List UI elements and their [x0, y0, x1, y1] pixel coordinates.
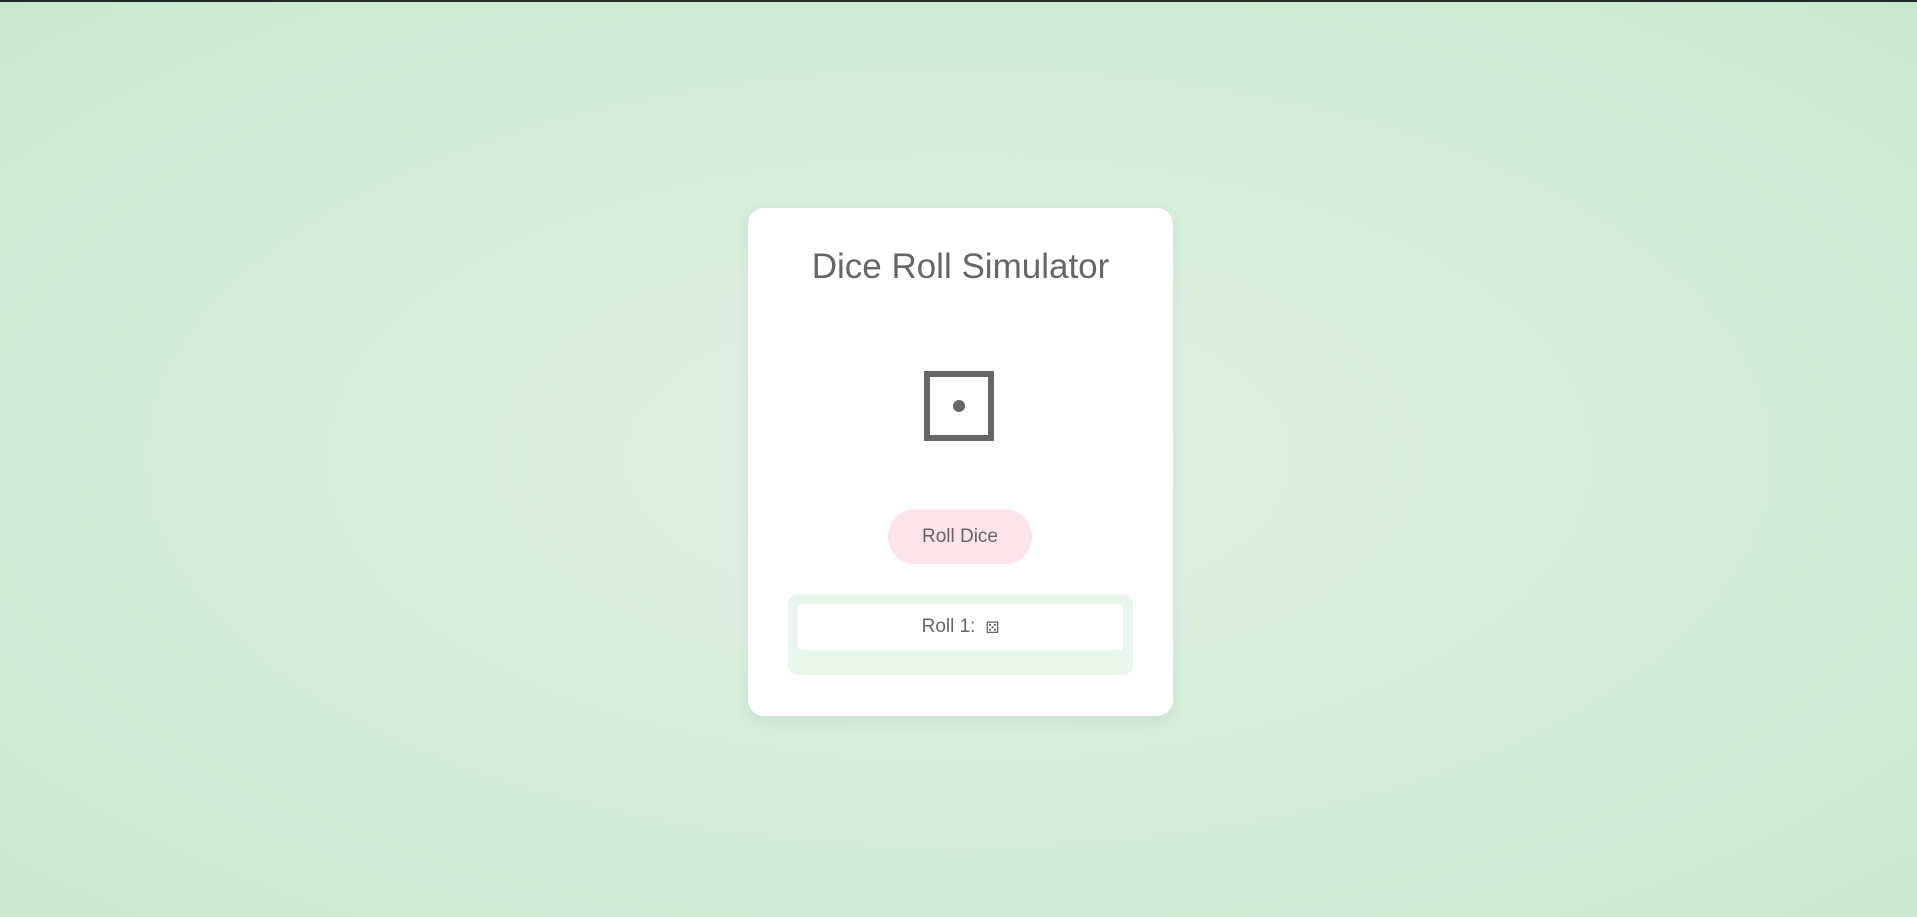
dice-card: Dice Roll Simulator Roll Dice Roll 1: ⚄	[748, 208, 1173, 716]
roll-dice-button[interactable]: Roll Dice	[888, 509, 1032, 564]
die-face-1-icon	[924, 371, 994, 441]
history-item-label: Roll 1:	[921, 616, 976, 637]
top-border-line	[0, 0, 1917, 2]
page-title: Dice Roll Simulator	[811, 247, 1110, 286]
roll-history: Roll 1: ⚄	[788, 594, 1133, 675]
die-pip	[953, 400, 965, 412]
history-die-face-icon: ⚄	[985, 617, 1000, 637]
history-item: Roll 1: ⚄	[798, 604, 1123, 650]
